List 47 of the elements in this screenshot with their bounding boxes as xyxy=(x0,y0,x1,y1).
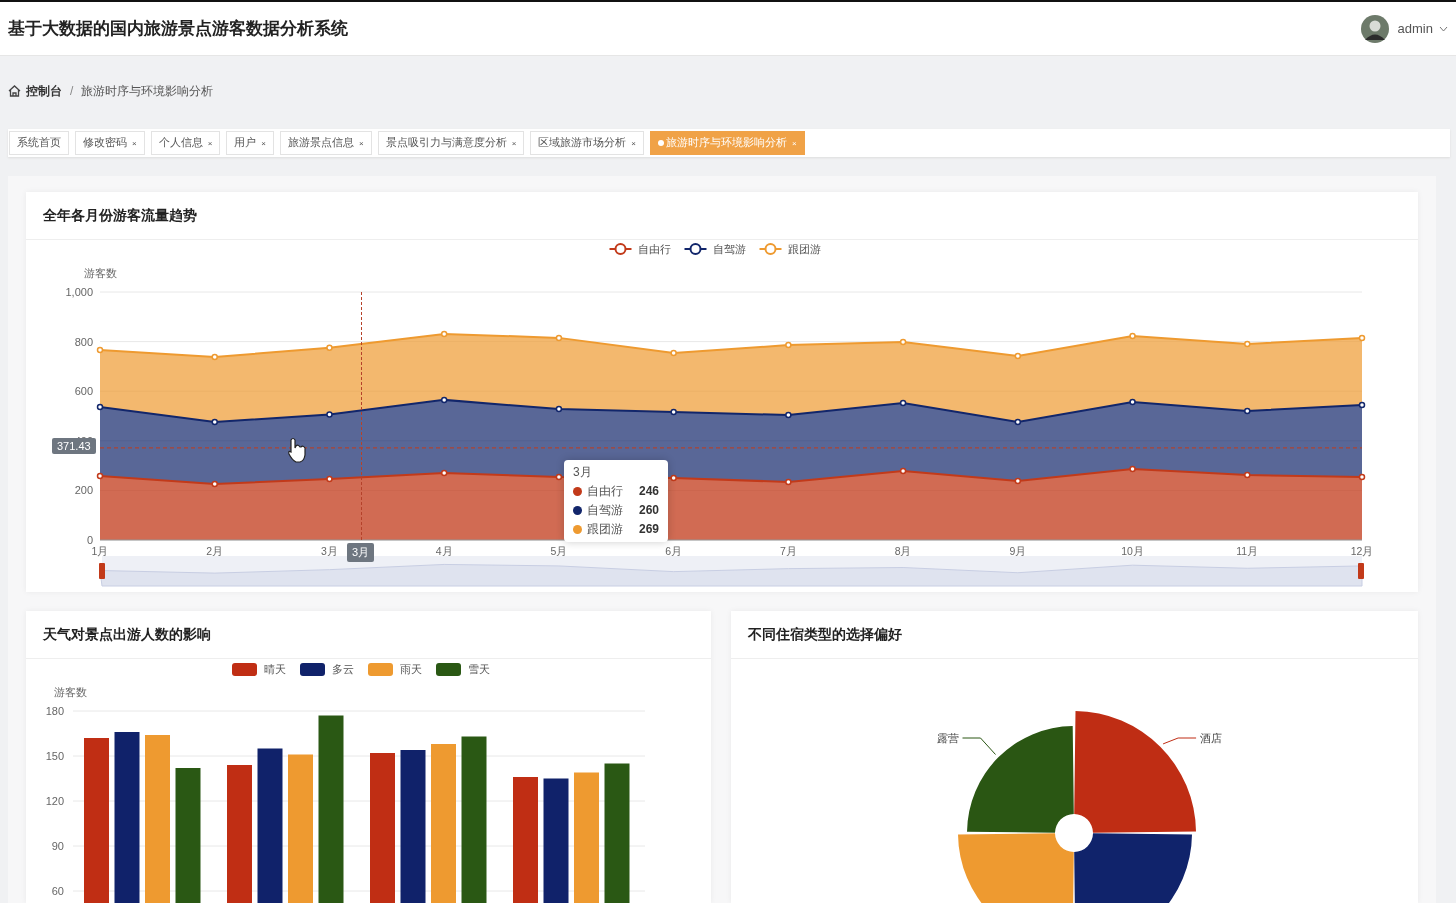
slice-label: 露营 xyxy=(936,732,959,744)
legend-label: 跟团游 xyxy=(787,243,821,255)
tooltip-value: 269 xyxy=(638,522,659,537)
breadcrumb-separator: / xyxy=(70,84,74,98)
tooltip-label: 自驾游 xyxy=(587,503,623,518)
axis-label: 120 xyxy=(45,795,64,807)
app-title: 基于大数据的国内旅游景点游客数据分析系统 xyxy=(8,18,349,40)
axis-label: 180 xyxy=(45,705,64,717)
tooltip-title: 3月 xyxy=(573,465,593,480)
axis-label: 0 xyxy=(86,534,93,546)
legend-label: 雪天 xyxy=(468,663,490,675)
axis-label: 3月 xyxy=(321,545,338,557)
legend-label: 雨天 xyxy=(400,663,422,675)
tooltip-label: 跟团游 xyxy=(587,522,623,537)
axis-label: 1,000 xyxy=(65,286,93,298)
axis-label: 9月 xyxy=(1009,545,1027,557)
legend-label: 多云 xyxy=(332,663,354,675)
axis-label: 150 xyxy=(45,750,64,762)
axis-label: 4月 xyxy=(435,545,453,557)
axis-label: 60 xyxy=(51,885,64,897)
axis-label: 7月 xyxy=(779,545,797,557)
tooltip-value: 260 xyxy=(638,503,659,518)
tooltip-label: 自由行 xyxy=(587,484,623,499)
legend-label: 自驾游 xyxy=(712,243,746,255)
axis-label: 8月 xyxy=(894,545,912,557)
axis-label: 600 xyxy=(74,385,93,398)
axis-label: 800 xyxy=(74,335,93,348)
axis-label: 6月 xyxy=(665,545,683,557)
axis-label: 200 xyxy=(74,484,93,497)
axis-label: 1月 xyxy=(91,545,109,557)
axis-label: 2月 xyxy=(206,545,224,557)
axis-title: 游客数 xyxy=(54,686,87,698)
tooltip-value: 246 xyxy=(638,484,659,499)
axis-label: 10月 xyxy=(1121,545,1144,557)
axis-label: 5月 xyxy=(550,545,568,557)
card-title: 天气对景点出游人数的影响 xyxy=(43,625,211,644)
legend-label: 晴天 xyxy=(264,663,286,675)
breadcrumb-current: 旅游时序与环境影响分析 xyxy=(81,82,214,100)
legend-label: 自由行 xyxy=(637,243,671,255)
axis-label: 90 xyxy=(51,840,64,852)
slice-label: 酒店 xyxy=(1200,732,1223,744)
axis-title: 游客数 xyxy=(84,267,117,279)
axis-label: 11月 xyxy=(1236,545,1259,557)
card-title: 不同住宿类型的选择偏好 xyxy=(748,625,902,644)
axis-label: 12月 xyxy=(1350,545,1374,557)
card-title: 全年各月份游客流量趋势 xyxy=(43,206,197,225)
crosshair-category-label: 3月 xyxy=(347,543,375,562)
